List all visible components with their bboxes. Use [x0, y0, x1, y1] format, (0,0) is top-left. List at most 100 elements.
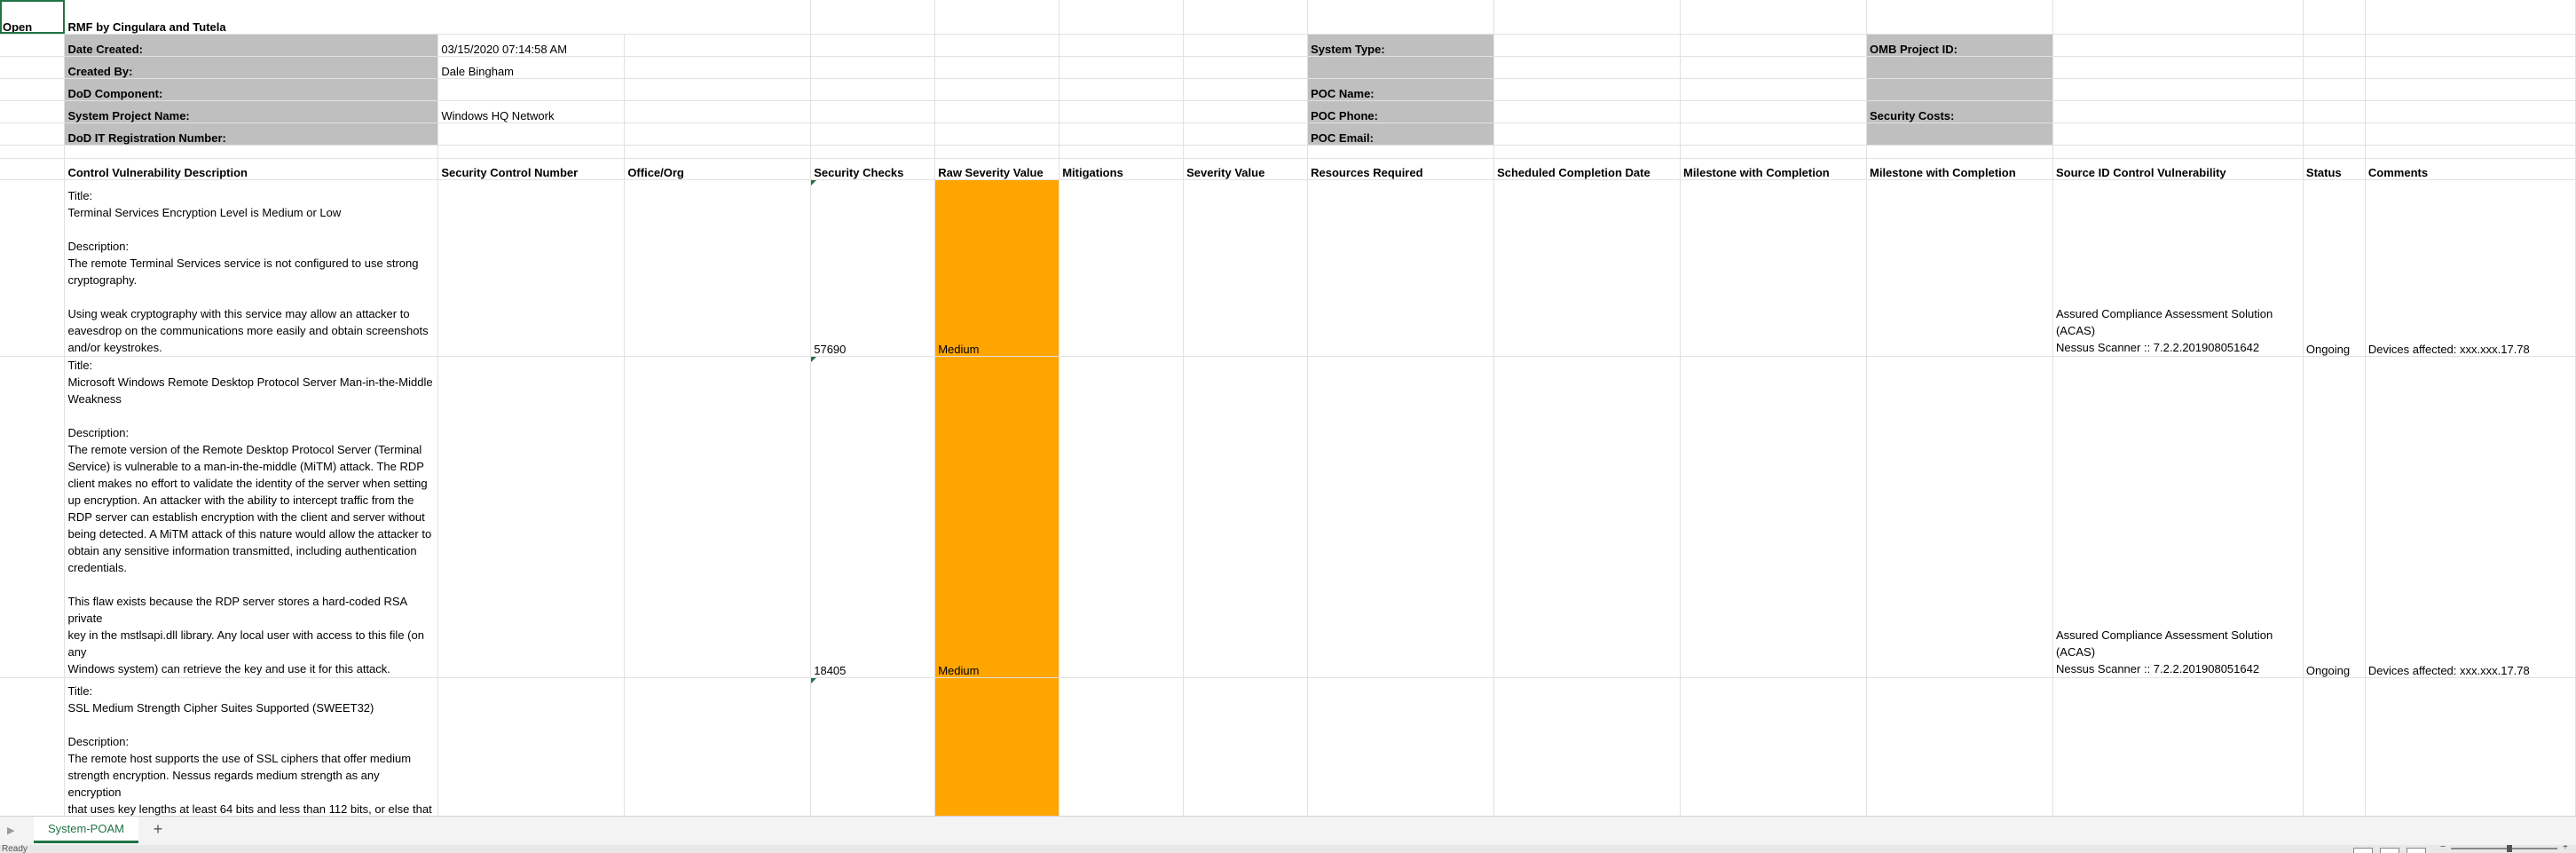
header-office-org[interactable]: Office/Org: [624, 158, 812, 180]
desc-line: up encryption. An attacker with the abil…: [67, 493, 414, 507]
title-row: Open RMF by Cingulara and Tutela: [0, 0, 2576, 35]
desc-line: client makes no effort to validate the i…: [67, 476, 428, 490]
vulnerability-description-cell[interactable]: Title: SSL Medium Strength Cipher Suites …: [64, 677, 439, 817]
desc-line: eavesdrop on the communications more eas…: [67, 323, 429, 337]
vulnerability-description-cell[interactable]: Title: Microsoft Windows Remote Desktop P…: [64, 356, 439, 678]
desc-line: and/or keystrokes.: [67, 340, 162, 354]
status-text: Ready: [2, 845, 28, 853]
desc-line: RDP server can establish encryption with…: [67, 509, 425, 524]
zoom-in-button[interactable]: +: [2563, 845, 2568, 852]
desc-line: Using weak cryptography with this servic…: [67, 306, 410, 320]
system-project-name-value[interactable]: Windows HQ Network: [437, 100, 626, 123]
desc-line: credentials.: [67, 560, 127, 574]
spreadsheet-grid[interactable]: Open RMF by Cingulara and Tutela Date Cr…: [0, 0, 2576, 816]
header-severity-value[interactable]: Severity Value: [1183, 158, 1309, 180]
system-type-label[interactable]: System Type:: [1307, 34, 1495, 57]
desc-line: Description:: [67, 425, 130, 439]
header-status[interactable]: Status: [2303, 158, 2366, 180]
desc-line: Description:: [67, 239, 130, 253]
desc-line: cryptography.: [67, 272, 138, 287]
page-break-view-icon[interactable]: [2407, 848, 2426, 853]
desc-line: [67, 407, 435, 424]
source-id-cell[interactable]: Assured Compliance Assessment Solution (…: [2052, 179, 2304, 357]
sheet-nav-arrow-icon[interactable]: ▶: [7, 825, 21, 839]
normal-view-icon[interactable]: [2353, 848, 2373, 853]
raw-severity-cell[interactable]: Medium: [934, 356, 1060, 678]
desc-line: [67, 576, 435, 593]
omb-project-id-label[interactable]: OMB Project ID:: [1866, 34, 2053, 57]
zoom-slider-handle[interactable]: [2507, 845, 2512, 852]
desc-line: Description:: [67, 734, 130, 748]
desc-line: The remote host supports the use of SSL …: [67, 751, 412, 765]
desc-line: Microsoft Windows Remote Desktop Protoco…: [67, 375, 433, 389]
sheet-tab-bar: ▶ System-POAM +: [0, 816, 2576, 846]
poc-name-label[interactable]: POC Name:: [1307, 78, 1495, 101]
header-comments[interactable]: Comments: [2365, 158, 2576, 180]
header-source-id-control-vulnerability[interactable]: Source ID Control Vulnerability: [2052, 158, 2304, 180]
sheet-title[interactable]: RMF by Cingulara and Tutela: [64, 0, 812, 35]
raw-severity-cell[interactable]: Medium: [934, 179, 1060, 357]
status-cell[interactable]: Ongoing: [2303, 356, 2366, 678]
desc-lines: Title: SSL Medium Strength Cipher Suites …: [67, 678, 435, 817]
comments-cell[interactable]: Devices affected: xxx.xxx.17.78: [2365, 179, 2576, 357]
system-project-name-label[interactable]: System Project Name:: [64, 100, 439, 123]
cell-a1[interactable]: Open: [0, 0, 66, 35]
header-row: Control Vulnerability Description Securi…: [0, 158, 2576, 180]
desc-line: [67, 716, 435, 733]
dod-it-registration-label[interactable]: DoD IT Registration Number:: [64, 122, 439, 146]
desc-line: [67, 221, 435, 238]
security-costs-label[interactable]: Security Costs:: [1866, 100, 2053, 123]
desc-lines: Title: Microsoft Windows Remote Desktop P…: [67, 357, 435, 677]
desc-line: Weakness: [67, 391, 122, 406]
zoom-out-button[interactable]: −: [2440, 845, 2446, 852]
header-milestone-with-completion-2[interactable]: Milestone with Completion: [1866, 158, 2053, 180]
view-buttons: [2353, 845, 2433, 853]
header-scheduled-completion-date[interactable]: Scheduled Completion Date: [1493, 158, 1682, 180]
header-milestone-with-completion-1[interactable]: Milestone with Completion: [1680, 158, 1867, 180]
add-sheet-button[interactable]: +: [149, 820, 167, 838]
zoom-slider[interactable]: [2451, 848, 2557, 849]
date-created-label[interactable]: Date Created:: [64, 34, 439, 57]
desc-line: being detected. A MiTM attack of this na…: [67, 526, 432, 541]
security-check-cell[interactable]: 18405: [810, 356, 936, 678]
desc-line: Title:: [67, 188, 93, 202]
page-layout-view-icon[interactable]: [2380, 848, 2399, 853]
source-id-cell[interactable]: Assured Compliance Assessment Solution (…: [2052, 356, 2304, 678]
desc-line: Service) is vulnerable to a man-in-the-m…: [67, 459, 424, 473]
created-by-label[interactable]: Created By:: [64, 56, 439, 79]
poc-email-label[interactable]: POC Email:: [1307, 122, 1495, 146]
sheet-table[interactable]: Open RMF by Cingulara and Tutela Date Cr…: [0, 0, 2576, 816]
desc-line: The remote version of the Remote Desktop…: [67, 442, 422, 456]
header-resources-required[interactable]: Resources Required: [1307, 158, 1495, 180]
table-row: Title: SSL Medium Strength Cipher Suites …: [0, 677, 2576, 816]
security-check-cell[interactable]: 57690: [810, 179, 936, 357]
desc-line: Windows system) can retrieve the key and…: [67, 661, 390, 675]
desc-lines: Title: Terminal Services Encryption Level…: [67, 187, 435, 356]
desc-line: This flaw exists because the RDP server …: [67, 594, 407, 625]
date-created-value[interactable]: 03/15/2020 07:14:58 AM: [437, 34, 626, 57]
sheet-tab-system-poam[interactable]: System-POAM: [34, 817, 138, 843]
header-mitigations[interactable]: Mitigations: [1059, 158, 1185, 180]
header-security-control-number[interactable]: Security Control Number: [437, 158, 626, 180]
desc-line: Title:: [67, 358, 93, 372]
status-cell[interactable]: Ongoing: [2303, 179, 2366, 357]
header-security-checks[interactable]: Security Checks: [810, 158, 936, 180]
status-bar: Ready − +: [0, 845, 2576, 853]
header-raw-severity-value[interactable]: Raw Severity Value: [934, 158, 1060, 180]
desc-line: Title:: [67, 683, 93, 698]
desc-line: that uses key lengths at least 64 bits a…: [67, 802, 432, 816]
table-row: Title: Microsoft Windows Remote Desktop P…: [0, 356, 2576, 678]
created-by-value[interactable]: Dale Bingham: [437, 56, 626, 79]
header-control-vulnerability-description[interactable]: Control Vulnerability Description: [64, 158, 439, 180]
desc-line: obtain any sensitive information transmi…: [67, 543, 417, 557]
vulnerability-description-cell[interactable]: Title: Terminal Services Encryption Level…: [64, 179, 439, 357]
poc-phone-label[interactable]: POC Phone:: [1307, 100, 1495, 123]
desc-line: strength encryption. Nessus regards medi…: [67, 768, 380, 799]
desc-line: key in the mstlsapi.dll library. Any loc…: [67, 628, 424, 659]
table-row: Title: Terminal Services Encryption Level…: [0, 179, 2576, 357]
dod-component-label[interactable]: DoD Component:: [64, 78, 439, 101]
desc-line: The remote Terminal Services service is …: [67, 256, 419, 270]
desc-line: SSL Medium Strength Cipher Suites Suppor…: [67, 700, 374, 715]
desc-line: [67, 288, 435, 305]
comments-cell[interactable]: Devices affected: xxx.xxx.17.78: [2365, 356, 2576, 678]
